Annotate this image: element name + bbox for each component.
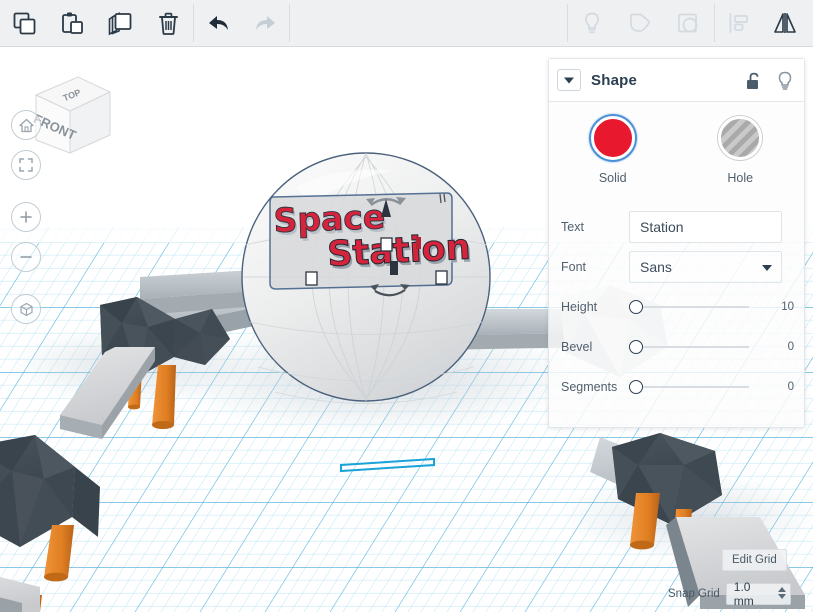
text-station: Station [326,228,471,275]
height-slider-track [636,306,749,308]
redo-arrow-icon [256,16,275,30]
group-button[interactable] [616,0,664,46]
font-select[interactable]: Sans [629,251,782,283]
bevel-slider[interactable] [629,336,749,358]
segments-slider-knob[interactable] [629,380,643,394]
lock-toggle-button[interactable] [745,71,762,96]
delete-button[interactable] [144,0,192,46]
solid-hole-selector: Solid Hole [549,102,804,189]
bevel-label: Bevel [561,340,593,354]
height-slider[interactable] [629,296,749,318]
ungroup-shapes-icon [678,13,698,33]
visibility-toggle-button[interactable] [776,70,794,96]
plus-icon [20,211,32,223]
cube-icon [19,302,33,316]
height-label: Height [561,300,598,314]
font-value: Sans [640,259,672,275]
fit-brackets-icon [19,158,33,172]
top-toolbar [0,0,813,47]
solid-swatch[interactable]: Solid [549,116,677,185]
text-row: Text Station [549,207,804,247]
group-shapes-icon [630,13,650,32]
home-icon [18,118,34,132]
snap-grid-select[interactable]: 1.0 mm [725,580,791,608]
segments-slider-track [636,386,749,388]
panel-collapse-button[interactable] [557,69,581,91]
chevron-down-icon[interactable] [777,594,786,599]
spinner-arrows[interactable] [777,587,786,599]
chevron-up-icon[interactable] [777,587,786,592]
bevel-row: Bevel 0 [549,327,804,367]
height-row: Height 10 [549,287,804,327]
hint-button[interactable] [568,0,616,46]
bevel-value: 0 [787,341,794,353]
text-object-station[interactable]: Station Station [326,227,474,278]
bevel-slider-track [636,346,749,348]
segments-slider[interactable] [629,376,749,398]
font-row: Font Sans [549,247,804,287]
edit-grid-button[interactable]: Edit Grid [722,549,787,571]
snap-grid-label: Snap Grid [668,588,720,600]
copy-icon [13,12,35,34]
hole-swatch[interactable]: Hole [677,116,805,185]
chevron-down-icon [564,77,574,83]
text-input[interactable]: Station [629,211,782,243]
unlock-icon [747,72,759,89]
perspective-toggle-button[interactable] [11,294,41,324]
redo-button[interactable] [242,0,290,46]
copy-button[interactable] [0,0,48,46]
undo-button[interactable] [194,0,242,46]
mirror-flip-icon [774,13,796,33]
paste-icon [61,12,83,34]
hole-label: Hole [727,171,754,185]
undo-arrow-icon [209,16,228,30]
align-icon [729,13,748,33]
font-label: Font [561,260,587,274]
ungroup-button[interactable] [664,0,712,46]
segments-label: Segments [561,380,618,394]
fit-to-view-button[interactable] [11,150,41,180]
zoom-out-button[interactable] [11,242,41,272]
shape-properties: Text Station Font Sans Height 10 Bevel 0… [549,189,804,407]
mirror-button[interactable] [763,0,811,46]
height-value: 10 [781,301,794,313]
snap-grid-value: 1.0 mm [733,580,754,608]
minus-icon [20,256,32,258]
solid-color-circle[interactable] [590,116,635,160]
view-navigation-controls [6,110,46,334]
height-slider-knob[interactable] [629,300,643,314]
chevron-down-icon [762,265,772,271]
hole-pattern-circle[interactable] [718,116,763,160]
shape-inspector-panel: Shape Solid Hole Text Station Font Sans … [548,58,805,428]
solid-label: Solid [598,171,627,185]
align-button[interactable] [715,0,763,46]
text-label: Text [561,220,584,234]
zoom-in-button[interactable] [11,202,41,232]
trash-icon [158,12,178,35]
segments-row: Segments 0 [549,367,804,407]
duplicate-icon [108,11,131,35]
segments-value: 0 [787,381,794,393]
lightbulb-icon [585,12,599,34]
duplicate-button[interactable] [96,0,144,46]
home-view-button[interactable] [11,110,41,140]
bevel-slider-knob[interactable] [629,340,643,354]
lightbulb-icon [778,71,792,90]
tinkercad-editor: Space Space Station Station TOP FRONT Sh… [0,0,813,612]
panel-header: Shape [549,59,804,102]
panel-title: Shape [591,71,638,89]
paste-button[interactable] [48,0,96,46]
snap-grid-control: Snap Grid 1.0 mm [668,580,791,608]
